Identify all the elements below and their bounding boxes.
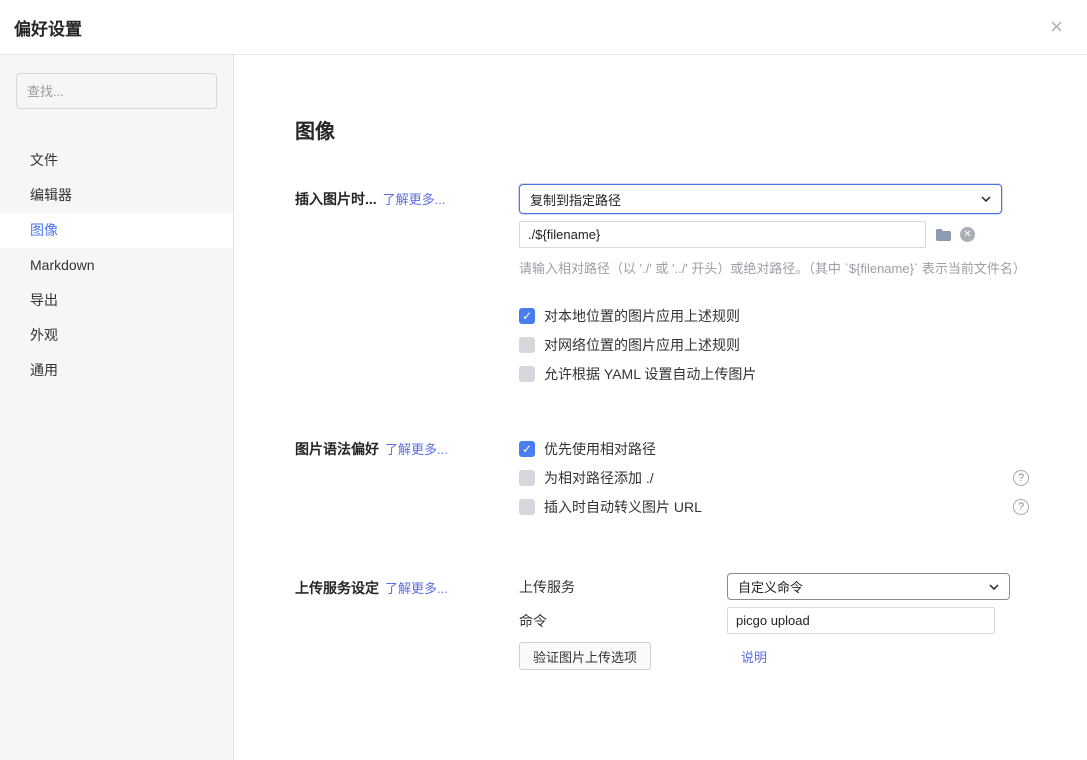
help-icon[interactable]: ? — [1013, 499, 1029, 515]
apply-web-images-label: 对网络位置的图片应用上述规则 — [544, 335, 740, 355]
prefer-relative-path-label: 优先使用相对路径 — [544, 439, 656, 459]
chevron-down-icon — [989, 584, 999, 590]
apply-local-images-label: 对本地位置的图片应用上述规则 — [544, 306, 740, 326]
insert-action-selected-value: 复制到指定路径 — [530, 190, 621, 209]
command-label: 命令 — [519, 611, 727, 631]
chevron-down-icon — [981, 196, 991, 202]
main-panel: 图像 插入图片时... 了解更多... 复制到指定路径 ✕ — [234, 55, 1087, 760]
apply-web-images-row: 对网络位置的图片应用上述规则 — [519, 330, 1029, 359]
prefer-relative-path-checkbox[interactable] — [519, 441, 535, 457]
add-dot-slash-label: 为相对路径添加 ./ — [544, 468, 654, 488]
yaml-auto-upload-checkbox[interactable] — [519, 366, 535, 382]
validate-row: 验证图片上传选项 说明 — [519, 642, 1087, 670]
yaml-auto-upload-row: 允许根据 YAML 设置自动上传图片 — [519, 359, 1029, 388]
insert-learn-more-link[interactable]: 了解更多... — [383, 192, 446, 207]
window-title: 偏好设置 — [14, 15, 82, 40]
sidebar-item-appearance[interactable]: 外观 — [0, 318, 233, 353]
clear-input-icon[interactable]: ✕ — [960, 227, 975, 242]
sidebar: 文件 编辑器 图像 Markdown 导出 外观 通用 — [0, 55, 234, 760]
prefer-relative-path-row: 优先使用相对路径 — [519, 434, 1029, 463]
add-dot-slash-row: 为相对路径添加 ./ ? — [519, 463, 1029, 492]
escape-url-row: 插入时自动转义图片 URL ? — [519, 492, 1029, 521]
upload-service-label: 上传服务 — [519, 577, 727, 597]
escape-url-checkbox[interactable] — [519, 499, 535, 515]
folder-icon[interactable] — [935, 228, 952, 242]
titlebar: 偏好设置 × — [0, 0, 1087, 55]
insert-image-section: 插入图片时...了解更多... 复制到指定路径 ✕ 请输入相对路径（以 './ — [295, 184, 1087, 388]
escape-url-label: 插入时自动转义图片 URL — [544, 497, 702, 517]
search-box[interactable] — [16, 73, 217, 109]
upload-service-selected-value: 自定义命令 — [738, 577, 803, 596]
apply-web-images-checkbox[interactable] — [519, 337, 535, 353]
apply-local-images-row: 对本地位置的图片应用上述规则 — [519, 301, 1029, 330]
instructions-link[interactable]: 说明 — [741, 647, 767, 666]
help-icon[interactable]: ? — [1013, 470, 1029, 486]
sidebar-item-markdown[interactable]: Markdown — [0, 248, 233, 283]
search-input[interactable] — [27, 84, 206, 99]
upload-service-row: 上传服务 自定义命令 — [519, 573, 1087, 600]
sidebar-item-editor[interactable]: 编辑器 — [0, 178, 233, 213]
sidebar-item-file[interactable]: 文件 — [0, 143, 233, 178]
command-row: 命令 — [519, 607, 1087, 634]
validate-upload-button[interactable]: 验证图片上传选项 — [519, 642, 651, 670]
copy-path-input[interactable] — [519, 221, 926, 248]
yaml-auto-upload-label: 允许根据 YAML 设置自动上传图片 — [544, 364, 756, 384]
upload-learn-more-link[interactable]: 了解更多... — [385, 581, 448, 596]
apply-local-images-checkbox[interactable] — [519, 308, 535, 324]
path-hint-text: 请输入相对路径（以 './' 或 '../' 开头）或绝对路径。（其中 `${f… — [519, 258, 1087, 277]
insert-action-select[interactable]: 复制到指定路径 — [519, 184, 1002, 214]
upload-section-label: 上传服务设定 — [295, 580, 379, 596]
upload-service-section: 上传服务设定了解更多... 上传服务 自定义命令 命令 — [295, 573, 1087, 670]
close-icon[interactable]: × — [1050, 16, 1063, 38]
command-input[interactable] — [727, 607, 995, 634]
syntax-learn-more-link[interactable]: 了解更多... — [385, 442, 448, 457]
page-title: 图像 — [295, 115, 1087, 144]
insert-section-label: 插入图片时... — [295, 191, 377, 207]
add-dot-slash-checkbox[interactable] — [519, 470, 535, 486]
syntax-section-label: 图片语法偏好 — [295, 441, 379, 457]
sidebar-item-image[interactable]: 图像 — [0, 213, 233, 248]
image-syntax-section: 图片语法偏好了解更多... 优先使用相对路径 为相对路径添加 ./ ? 插入时自… — [295, 434, 1087, 521]
sidebar-item-export[interactable]: 导出 — [0, 283, 233, 318]
sidebar-item-general[interactable]: 通用 — [0, 353, 233, 388]
upload-service-select[interactable]: 自定义命令 — [727, 573, 1010, 600]
